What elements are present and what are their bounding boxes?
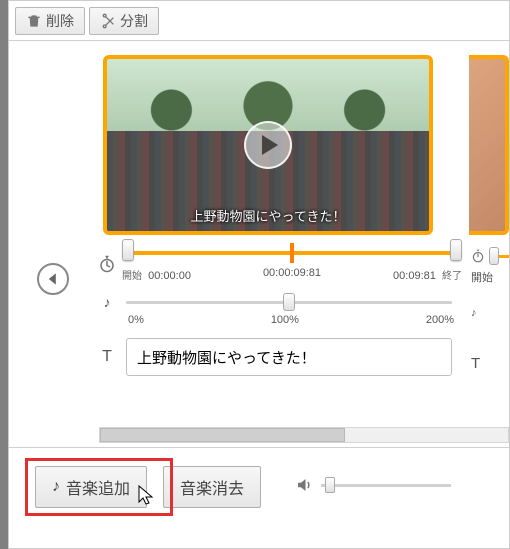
clip-card: 上野動物園にやってきた！ [103, 55, 443, 235]
clip-editor: 上野動物園にやってきた！ 開始 00:00:00 00:00:09:81 00:… [9, 41, 509, 447]
prev-clip-button[interactable] [37, 263, 69, 295]
trim-time-labels: 開始 00:00:00 00:00:09:81 00:09:81 終了 [122, 267, 462, 282]
scrollbar-thumb[interactable] [100, 428, 345, 442]
stopwatch-icon [471, 249, 485, 263]
title-row: T [98, 338, 509, 376]
editor-panel: 削除 分割 上野動物園にやってきた！ [8, 0, 510, 549]
next-clip-thumb[interactable] [469, 55, 509, 235]
horizontal-scrollbar[interactable] [99, 427, 509, 443]
t-end: 00:09:81 [393, 270, 436, 282]
vol-labels: 0% 100% 200% [128, 314, 454, 326]
top-toolbar: 削除 分割 [9, 1, 509, 41]
scissors-icon [100, 13, 116, 29]
start-label: 開始 [122, 271, 142, 282]
next-start-label: 開始 [469, 269, 509, 285]
add-music-label: 音楽追加 [66, 475, 130, 499]
vol-200: 200% [426, 314, 454, 326]
trash-icon [26, 13, 42, 29]
playhead-marker[interactable] [290, 243, 294, 263]
speaker-icon [295, 476, 313, 494]
triangle-left-icon [46, 272, 60, 286]
trim-track[interactable] [122, 245, 462, 261]
clip-volume-slider[interactable] [126, 298, 452, 306]
play-icon[interactable] [244, 121, 292, 169]
next-clip-peek: 開始 ♪ T [469, 55, 509, 447]
stopwatch-icon [98, 255, 116, 273]
trim-track-wrap: 開始 00:00:00 00:00:09:81 00:09:81 終了 [122, 245, 462, 282]
t-mid: 00:00:09:81 [263, 267, 321, 282]
remove-music-button[interactable]: 音楽消去 [163, 466, 261, 508]
end-label: 終了 [442, 271, 462, 282]
clip-row: 上野動物園にやってきた！ [103, 55, 509, 235]
text-icon: T [98, 348, 116, 366]
gv-knob[interactable] [325, 477, 335, 493]
note-icon: ♪ [52, 478, 60, 496]
add-music-button[interactable]: ♪ 音楽追加 [35, 466, 147, 508]
vol-0: 0% [128, 314, 144, 326]
remove-music-label: 音楽消去 [180, 475, 244, 499]
delete-label: 削除 [46, 11, 74, 31]
split-label: 分割 [120, 11, 148, 31]
gv-rail [321, 484, 451, 487]
trim-start-handle[interactable] [122, 239, 134, 261]
global-volume [295, 476, 451, 494]
delete-button[interactable]: 削除 [15, 7, 85, 35]
clip-subtitle-overlay: 上野動物園にやってきた！ [107, 206, 429, 225]
vol-100: 100% [271, 314, 299, 326]
trim-timeline: 開始 00:00:00 00:00:09:81 00:09:81 終了 [98, 245, 509, 282]
next-clip-timeline [469, 249, 509, 263]
trim-start-handle[interactable] [489, 247, 499, 265]
global-volume-slider[interactable] [321, 482, 451, 488]
clip-volume-row: ♪ [98, 294, 509, 310]
bottom-bar: ♪ 音楽追加 音楽消去 [9, 447, 509, 547]
note-icon: ♪ [98, 294, 116, 310]
vol-knob[interactable] [283, 293, 295, 311]
next-note-icon: ♪ [469, 307, 509, 319]
next-text-icon: T [469, 355, 509, 372]
t-start: 00:00:00 [148, 270, 191, 282]
clip-thumbnail[interactable]: 上野動物園にやってきた！ [103, 55, 433, 235]
title-input[interactable] [126, 338, 452, 376]
trim-end-handle[interactable] [450, 239, 462, 261]
split-button[interactable]: 分割 [89, 7, 159, 35]
